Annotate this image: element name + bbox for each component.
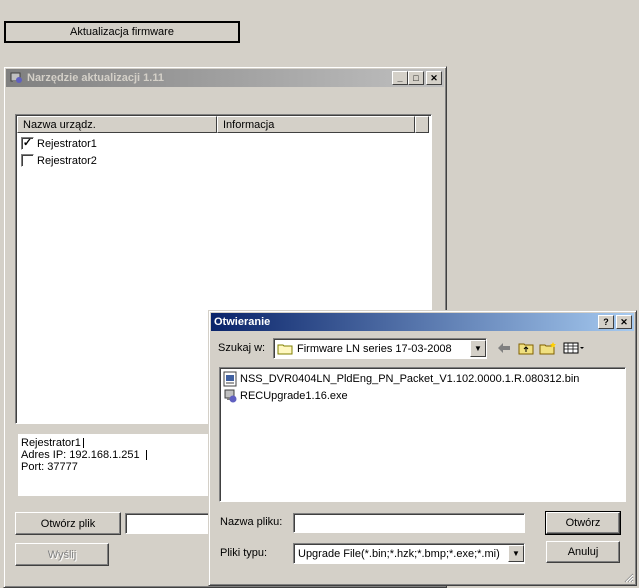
file-name: NSS_DVR0404LN_PldEng_PN_Packet_V1.102.00…: [240, 373, 580, 385]
device-checkbox-1[interactable]: ✓: [21, 137, 34, 150]
view-menu-button[interactable]: [561, 339, 587, 359]
filetype-label: Pliki typu:: [220, 547, 268, 559]
info-port: Port: 37777: [21, 461, 78, 473]
back-button[interactable]: [493, 339, 515, 359]
firmware-update-button[interactable]: Aktualizacja firmware: [4, 21, 240, 43]
open-button[interactable]: Otwórz: [545, 511, 621, 535]
updater-titlebar[interactable]: Narzędzie aktualizacji 1.11 _ □ ✕: [6, 69, 444, 87]
up-folder-button[interactable]: [515, 339, 537, 359]
resize-grip[interactable]: [622, 571, 634, 583]
list-item[interactable]: ✓ Rejestrator1: [21, 137, 97, 150]
column-header-device-name[interactable]: Nazwa urządz.: [17, 116, 217, 133]
view-grid-icon: [563, 342, 585, 357]
open-dialog: Otwieranie ? ✕ Szukaj w: Firmware LN ser…: [208, 310, 637, 586]
filename-label: Nazwa pliku:: [220, 516, 283, 528]
column-header-info[interactable]: Informacja: [217, 116, 415, 133]
exe-file-icon: [223, 388, 237, 404]
send-button[interactable]: Wyślij: [15, 543, 109, 566]
list-item[interactable]: Rejestrator2: [21, 154, 97, 167]
new-folder-icon: [539, 341, 557, 358]
cancel-button[interactable]: Anuluj: [546, 541, 620, 563]
chevron-down-icon: ▼: [474, 344, 482, 353]
updater-title: Narzędzie aktualizacji 1.11: [27, 72, 164, 84]
list-item[interactable]: NSS_DVR0404LN_PldEng_PN_Packet_V1.102.00…: [223, 371, 579, 387]
device-name: Rejestrator1: [37, 137, 97, 150]
up-folder-icon: [518, 341, 534, 358]
device-checkbox-2[interactable]: [21, 154, 34, 167]
close-icon: ✕: [430, 72, 438, 83]
device-name: Rejestrator2: [37, 154, 97, 167]
maximize-icon: □: [413, 72, 419, 83]
filetype-value: Upgrade File(*.bin;*.hzk;*.bmp;*.exe;*.m…: [298, 547, 500, 560]
filename-input[interactable]: [293, 513, 525, 533]
column-header-spacer: [415, 116, 429, 133]
minimize-button[interactable]: _: [392, 71, 408, 85]
bin-file-icon: [223, 371, 237, 387]
device-info-panel: Rejestrator1 Adres IP: 192.168.1.251 Por…: [18, 434, 218, 496]
info-device-name: Rejestrator1: [21, 437, 215, 449]
file-name: RECUpgrade1.16.exe: [240, 390, 348, 402]
dialog-titlebar[interactable]: Otwieranie ? ✕: [211, 313, 634, 331]
chevron-down-icon: ▼: [512, 549, 520, 558]
look-in-value: Firmware LN series 17-03-2008: [297, 342, 452, 355]
app-icon: [9, 71, 23, 85]
look-in-dropdown[interactable]: Firmware LN series 17-03-2008 ▼: [273, 338, 487, 359]
filetype-dropdown[interactable]: Upgrade File(*.bin;*.hzk;*.bmp;*.exe;*.m…: [293, 543, 525, 564]
maximize-button[interactable]: □: [408, 71, 424, 85]
folder-icon: [277, 343, 293, 355]
close-button[interactable]: ✕: [426, 71, 442, 85]
help-button[interactable]: ?: [598, 315, 614, 329]
new-folder-button[interactable]: [537, 339, 559, 359]
minimize-icon: _: [397, 72, 403, 83]
list-item[interactable]: RECUpgrade1.16.exe: [223, 388, 348, 404]
open-file-button[interactable]: Otwórz plik: [15, 512, 121, 535]
look-in-dropdown-arrow[interactable]: ▼: [470, 340, 486, 357]
close-icon: ✕: [620, 316, 628, 327]
info-ip-address: Adres IP: 192.168.1.251: [21, 449, 215, 461]
file-path-input[interactable]: [125, 513, 215, 534]
help-icon: ?: [603, 316, 609, 327]
filetype-dropdown-arrow[interactable]: ▼: [508, 545, 524, 562]
look-in-label: Szukaj w:: [218, 342, 266, 354]
back-arrow-icon: [497, 342, 511, 357]
file-list[interactable]: NSS_DVR0404LN_PldEng_PN_Packet_V1.102.00…: [219, 367, 626, 502]
dialog-title: Otwieranie: [214, 316, 271, 328]
dialog-close-button[interactable]: ✕: [616, 315, 632, 329]
